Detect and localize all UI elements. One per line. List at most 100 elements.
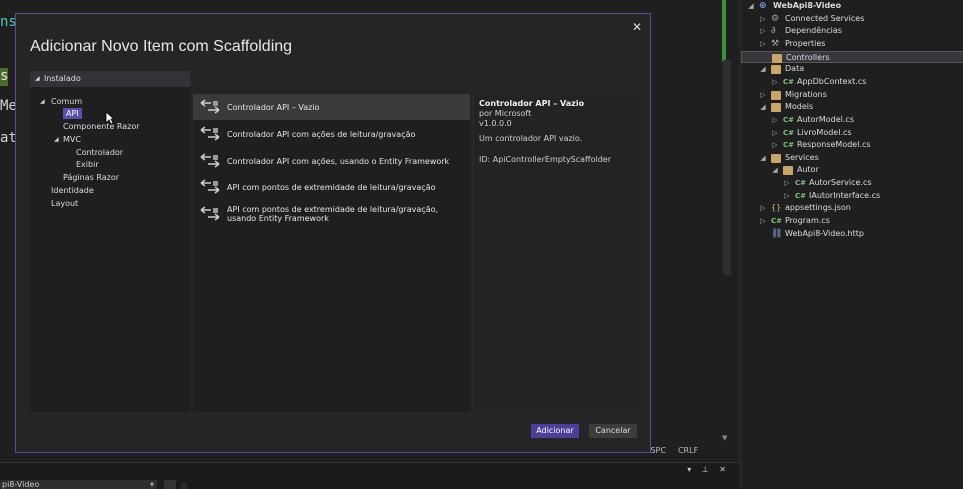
solution-item-label: AutorModel.cs — [797, 114, 854, 124]
category-layout[interactable]: Layout — [51, 198, 78, 209]
solution-item-label: AppDbContext.cs — [797, 76, 867, 86]
expand-icon[interactable]: ▷ — [759, 38, 767, 51]
template-label: Controlador API – Vazio — [227, 103, 320, 112]
editor-scrollbar[interactable] — [723, 60, 731, 275]
category-tree: ◢ Instalado ◢ Comum API Componente Razor… — [30, 71, 190, 412]
expand-icon[interactable]: ▷ — [771, 76, 779, 89]
csharp-file-icon: C# — [783, 141, 795, 150]
solution-item[interactable]: ▷ C# AppDbContext.cs — [741, 76, 963, 89]
solution-item[interactable]: ▷ ⚙ Connected Services — [741, 13, 963, 26]
close-icon[interactable]: ✕ — [632, 20, 642, 34]
expand-icon[interactable]: ▷ — [771, 114, 779, 127]
solution-item-label: Connected Services — [785, 13, 865, 23]
folder-icon — [771, 103, 781, 113]
add-button[interactable]: Adicionar — [531, 424, 579, 438]
folder-icon — [771, 90, 781, 100]
category-view[interactable]: Exibir — [76, 159, 99, 170]
solution-item[interactable]: ⛓ WebApi8-Video.http — [741, 228, 963, 241]
solution-item[interactable]: ◢ Services — [741, 152, 963, 165]
installed-header[interactable]: ◢ Instalado — [30, 71, 190, 87]
scaffold-template-icon — [200, 126, 220, 141]
collapse-icon[interactable]: ◢ — [759, 101, 767, 114]
category-comum[interactable]: Comum — [51, 96, 82, 107]
dependencies-icon: ∂ — [771, 26, 776, 37]
category-razor-pages[interactable]: Páginas Razor — [63, 172, 119, 183]
collapse-icon[interactable]: ◢ — [40, 96, 45, 107]
solution-item[interactable]: ◢ Models — [741, 101, 963, 114]
solution-item-label: IAutorInterface.cs — [809, 190, 881, 200]
collapse-icon[interactable]: ◢ — [759, 152, 767, 165]
solution-item[interactable]: ◢ Autor — [741, 164, 963, 177]
details-author: por Microsoft — [479, 109, 532, 118]
category-mvc[interactable]: MVC — [63, 134, 81, 145]
solution-item[interactable]: ▷ C# LivroModel.cs — [741, 127, 963, 140]
category-razor-component[interactable]: Componente Razor — [63, 121, 140, 132]
collapse-icon[interactable]: ◢ — [747, 0, 755, 13]
solution-item[interactable]: Controllers — [741, 50, 963, 64]
properties-icon: ⚒ — [771, 38, 780, 49]
collapse-icon[interactable]: ◢ — [771, 164, 779, 177]
solution-item[interactable]: ▷ C# Program.cs — [741, 215, 963, 228]
csharp-file-icon: C# — [795, 191, 807, 200]
expand-icon[interactable]: ▷ — [759, 215, 767, 228]
template-item[interactable]: Controlador API com ações, usando o Enti… — [193, 148, 470, 174]
template-item[interactable]: Controlador API – Vazio — [193, 94, 470, 120]
change-indicator — [722, 0, 726, 62]
csharp-file-icon: C# — [795, 179, 807, 188]
collapse-icon[interactable]: ◢ — [54, 134, 59, 145]
solution-item[interactable]: ▷ C# AutorModel.cs — [741, 114, 963, 127]
expand-icon[interactable]: ▷ — [771, 127, 779, 140]
scroll-down-icon[interactable]: ▼ — [722, 434, 727, 442]
solution-item[interactable]: ▷ Migrations — [741, 89, 963, 102]
solution-explorer: ◢ ⊕ WebApi8-Video ▷ ⚙ Connected Services ▷ ∂ Dep… — [740, 0, 963, 488]
template-label: Controlador API com ações, usando o Enti… — [227, 156, 450, 166]
category-identity[interactable]: Identidade — [51, 185, 94, 196]
template-label: API com pontos de extremidade de leitura… — [227, 183, 436, 193]
solution-item[interactable]: ◢ ⊕ WebApi8-Video — [741, 0, 963, 13]
collapse-icon[interactable]: ◢ — [759, 63, 767, 76]
collapse-icon: ◢ — [35, 75, 40, 82]
solution-item[interactable]: ▷ C# AutorService.cs — [741, 177, 963, 190]
solution-item-label: WebApi8-Video.http — [785, 228, 864, 238]
expand-icon[interactable]: ▷ — [771, 139, 779, 152]
solution-item[interactable]: ▷ C# IAutorInterface.cs — [741, 190, 963, 203]
scaffold-template-icon — [200, 152, 220, 168]
category-api[interactable]: API — [63, 108, 82, 119]
folder-icon — [771, 65, 781, 75]
expand-icon[interactable]: ▷ — [783, 177, 791, 190]
expand-icon[interactable]: ▷ — [783, 190, 791, 203]
solution-item[interactable]: ▷ ⚒ Properties — [741, 38, 963, 51]
expand-icon[interactable]: ▷ — [759, 13, 767, 26]
line-ending[interactable]: CRLF — [678, 446, 698, 458]
solution-item[interactable]: ▷ C# ResponseModel.cs — [741, 139, 963, 152]
solution-item-label: Controllers — [786, 52, 830, 62]
http-file-icon: ⛓ — [771, 228, 783, 239]
solution-item-label: ResponseModel.cs — [797, 140, 871, 150]
category-controller[interactable]: Controlador — [76, 147, 123, 158]
mouse-cursor-icon — [105, 111, 115, 125]
solution-item[interactable]: ▷ {} appsettings.json — [741, 202, 963, 215]
expand-icon[interactable]: ▷ — [759, 89, 767, 102]
expand-icon[interactable]: ▷ — [759, 202, 767, 215]
solution-item[interactable]: ◢ Data — [741, 63, 963, 76]
folder-icon — [771, 153, 781, 163]
solution-item-label: LivroModel.cs — [797, 127, 852, 137]
project-icon: ⊕ — [759, 1, 767, 11]
csharp-file-icon: C# — [783, 128, 795, 137]
details-description: Um controlador API vazio. — [479, 134, 583, 143]
panel-controls[interactable]: ▾ ⊥ ✕ — [687, 465, 730, 474]
expand-icon[interactable]: ▷ — [759, 25, 767, 38]
solution-item[interactable]: ▷ ∂ Dependências — [741, 25, 963, 38]
details-version: v1.0.0.0 — [479, 119, 512, 128]
template-item[interactable]: API com pontos de extremidade de leitura… — [193, 174, 470, 200]
solution-item-label: WebApi8-Video — [773, 1, 842, 10]
cancel-button[interactable]: Cancelar — [589, 424, 637, 438]
scaffold-dialog: Adicionar Novo Item com Scaffolding ✕ ◢ … — [15, 13, 651, 453]
csharp-file-icon: C# — [783, 115, 795, 124]
whitespace-mode[interactable]: SPC — [650, 446, 666, 458]
template-item[interactable]: API com pontos de extremidade de leitura… — [193, 201, 470, 227]
solution-item-label: appsettings.json — [785, 203, 851, 213]
folder-icon — [783, 166, 793, 176]
template-item[interactable]: Controlador API com ações de leitura/gra… — [193, 121, 470, 147]
solution-item-label: Dependências — [785, 26, 842, 36]
